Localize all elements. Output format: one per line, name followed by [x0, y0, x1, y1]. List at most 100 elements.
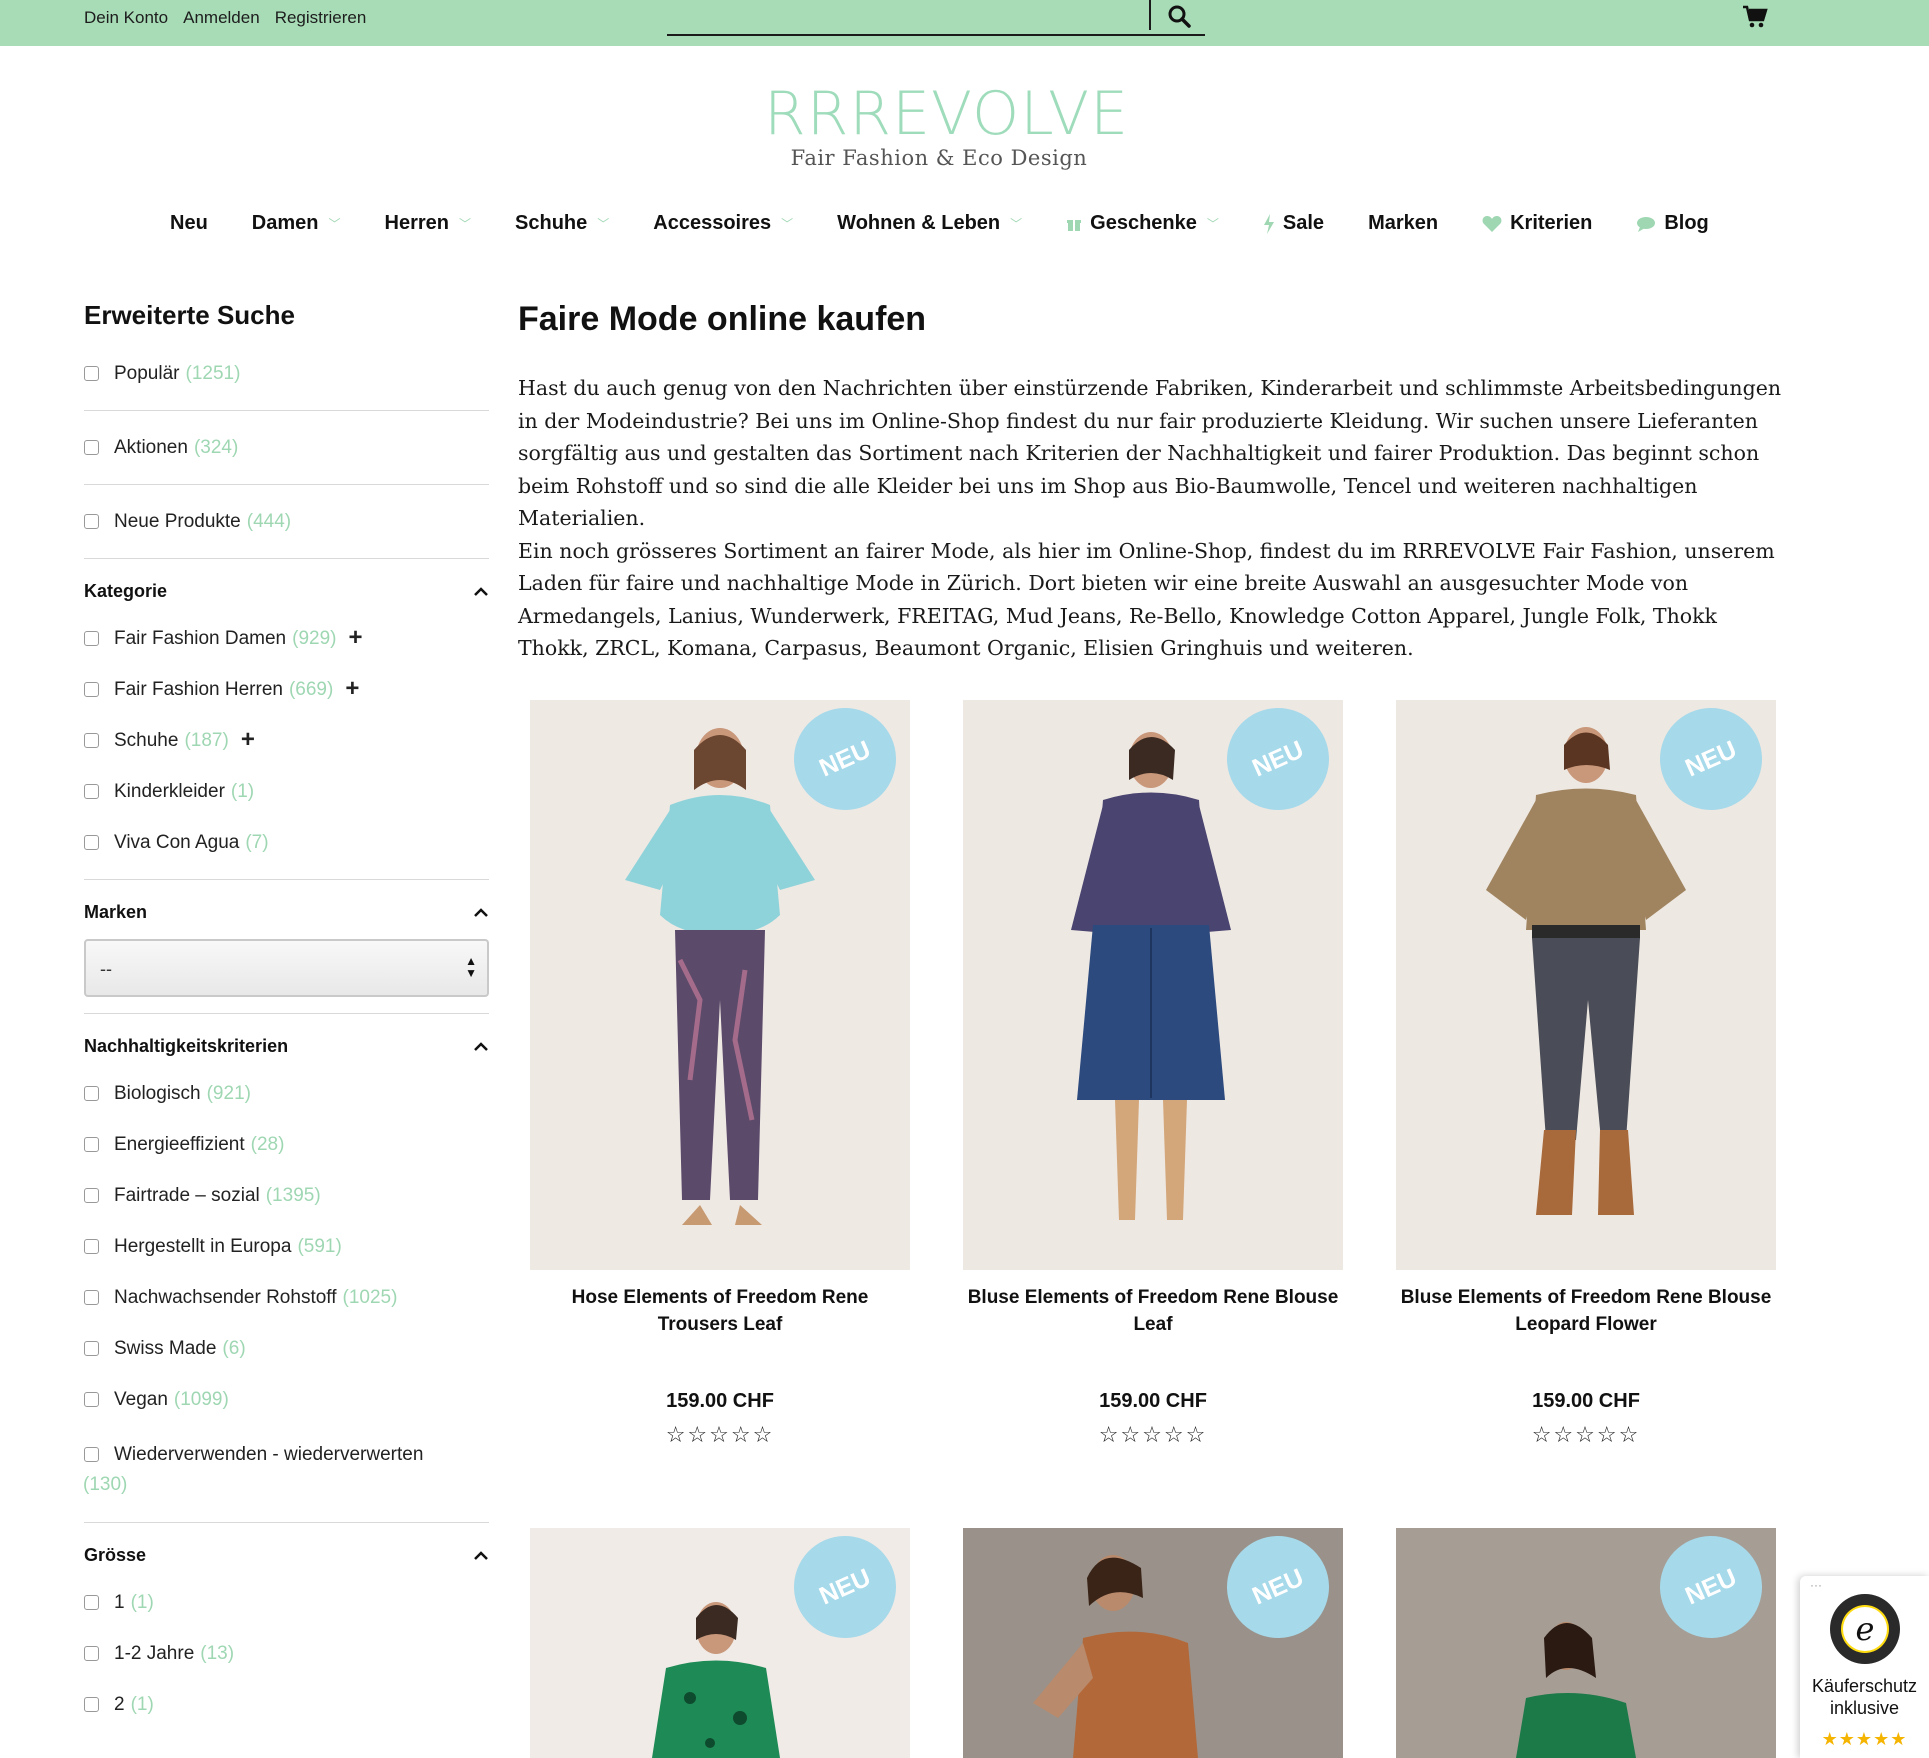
checkbox[interactable]	[84, 733, 99, 748]
section-groesse[interactable]: Grösse	[84, 1545, 489, 1566]
product-image[interactable]: NEU	[530, 700, 910, 1270]
nav-item-sale[interactable]: Sale	[1263, 212, 1324, 235]
filter-count: (13)	[200, 1643, 235, 1664]
nav-item-geschenke[interactable]: Geschenke ﹀	[1066, 212, 1219, 235]
checkbox[interactable]	[84, 1595, 99, 1610]
product-image[interactable]: NEU	[963, 700, 1343, 1270]
filter-energieeffizient[interactable]: Energieeffizient (28)	[84, 1134, 489, 1156]
chevron-up-icon[interactable]	[473, 902, 489, 923]
chevron-down-icon: ﹀	[328, 217, 341, 231]
filter-popular[interactable]: Populär (1251)	[84, 363, 489, 385]
section-kategorie[interactable]: Kategorie	[84, 581, 489, 602]
site-logo[interactable]: RRREVOLVE Fair Fashion & Eco Design	[764, 84, 1128, 170]
checkbox[interactable]	[84, 440, 99, 455]
checkbox[interactable]	[84, 1137, 99, 1152]
checkbox[interactable]	[84, 784, 99, 799]
filter-swiss-made[interactable]: Swiss Made (6)	[84, 1338, 489, 1360]
expand-plus-icon[interactable]: +	[241, 728, 255, 752]
checkbox[interactable]	[84, 1646, 99, 1661]
search-icon[interactable]	[1167, 4, 1193, 30]
filter-size-1[interactable]: 1 (1)	[84, 1592, 489, 1614]
nav-item-blog[interactable]: Blog	[1636, 212, 1709, 235]
checkbox[interactable]	[84, 514, 99, 529]
filter-vegan[interactable]: Vegan (1099)	[84, 1389, 489, 1411]
checkbox[interactable]	[84, 1447, 99, 1462]
account-link[interactable]: Dein Konto	[84, 8, 168, 28]
nav-item-wohnen[interactable]: Wohnen & Leben ﹀	[837, 212, 1022, 235]
filter-nachwachsender-rohstoff[interactable]: Nachwachsender Rohstoff (1025)	[84, 1287, 489, 1309]
product-name[interactable]: Bluse Elements of Freedom Rene Blouse Le…	[1396, 1284, 1776, 1338]
divider	[84, 1522, 489, 1523]
brand-select[interactable]: -- ▲ ▼	[84, 939, 489, 997]
filter-label: Fair Fashion Damen	[114, 628, 287, 649]
checkbox[interactable]	[84, 1341, 99, 1356]
svg-text:e: e	[1855, 1610, 1874, 1648]
checkbox[interactable]	[84, 1290, 99, 1305]
expand-plus-icon[interactable]: +	[345, 677, 359, 701]
product-card[interactable]: NEU Bluse Elements of Freedom Rene Blous…	[963, 700, 1343, 1447]
expand-plus-icon[interactable]: +	[348, 626, 362, 650]
checkbox[interactable]	[84, 631, 99, 646]
chevron-up-icon[interactable]	[473, 1545, 489, 1566]
intro-paragraph: Ein noch grösseres Sortiment an fairer M…	[518, 538, 1775, 661]
filter-hergestellt-in-europa[interactable]: Hergestellt in Europa (591)	[84, 1236, 489, 1258]
product-image[interactable]: NEU	[530, 1528, 910, 1758]
filter-size-1-2-jahre[interactable]: 1-2 Jahre (13)	[84, 1643, 489, 1665]
checkbox[interactable]	[84, 1392, 99, 1407]
product-card[interactable]: NEU	[1396, 1528, 1776, 1758]
chevron-up-icon[interactable]	[473, 581, 489, 602]
filter-wiederverwenden[interactable]: Wiederverwenden - wiederverwerten (130)	[83, 1440, 489, 1500]
filter-sidebar: Erweiterte Suche Populär (1251) Aktionen(…	[83, 300, 489, 1716]
trusted-shops-widget[interactable]: ··· e Käuferschutz inklusive ★★★★★	[1800, 1576, 1929, 1758]
main-nav: Neu Damen ﹀ Herren ﹀ Schuhe ﹀ Accessoires ﹀ …	[170, 212, 1709, 235]
product-image[interactable]: NEU	[963, 1528, 1343, 1758]
product-card[interactable]: NEU Bluse Elements of Freedom Rene Blous…	[1396, 700, 1776, 1447]
checkbox[interactable]	[84, 835, 99, 850]
register-link[interactable]: Registrieren	[275, 8, 367, 28]
filter-fairtrade[interactable]: Fairtrade – sozial (1395)	[84, 1185, 489, 1207]
more-dots-icon[interactable]: ···	[1810, 1578, 1822, 1592]
product-price: 159.00 CHF	[1532, 1390, 1640, 1412]
filter-label: Energieeffizient	[114, 1134, 245, 1155]
filter-label: 1	[114, 1592, 125, 1613]
product-image[interactable]: NEU	[1396, 700, 1776, 1270]
checkbox[interactable]	[84, 1697, 99, 1712]
section-nachhaltigkeit[interactable]: Nachhaltigkeitskriterien	[84, 1036, 489, 1057]
filter-neue-produkte[interactable]: Neue Produkte (444)	[84, 511, 489, 533]
product-name[interactable]: Bluse Elements of Freedom Rene Blouse Le…	[963, 1284, 1343, 1338]
filter-biologisch[interactable]: Biologisch (921)	[84, 1083, 489, 1105]
chevron-down-icon: ﹀	[781, 217, 794, 231]
nav-label: Wohnen & Leben	[837, 212, 1001, 234]
checkbox[interactable]	[84, 1086, 99, 1101]
nav-item-marken[interactable]: Marken	[1368, 212, 1438, 235]
section-marken[interactable]: Marken	[84, 902, 489, 923]
filter-count: (7)	[245, 832, 269, 853]
product-card[interactable]: NEU Hose Elements of Freedom Rene Trouse…	[530, 700, 910, 1447]
login-link[interactable]: Anmelden	[183, 8, 260, 28]
nav-item-damen[interactable]: Damen ﹀	[252, 212, 341, 235]
search-input[interactable]	[667, 0, 1205, 36]
nav-item-kriterien[interactable]: Kriterien	[1482, 212, 1592, 235]
filter-aktionen[interactable]: Aktionen (324)	[84, 437, 489, 459]
nav-item-neu[interactable]: Neu	[170, 212, 208, 235]
filter-kinderkleider[interactable]: Kinderkleider (1)	[84, 781, 489, 803]
filter-text: Wiederverwenden - wiederverwerten (130)	[83, 1440, 423, 1500]
product-image[interactable]: NEU	[1396, 1528, 1776, 1758]
checkbox[interactable]	[84, 366, 99, 381]
checkbox[interactable]	[84, 1188, 99, 1203]
product-card[interactable]: NEU	[963, 1528, 1343, 1758]
filter-fair-fashion-herren[interactable]: Fair Fashion Herren (669) +	[84, 677, 489, 701]
product-card[interactable]: NEU	[530, 1528, 910, 1758]
chevron-up-icon[interactable]	[473, 1036, 489, 1057]
cart-icon[interactable]	[1742, 5, 1768, 29]
filter-schuhe[interactable]: Schuhe (187) +	[84, 728, 489, 752]
nav-item-herren[interactable]: Herren ﹀	[385, 212, 472, 235]
filter-size-2[interactable]: 2 (1)	[84, 1694, 489, 1716]
filter-fair-fashion-damen[interactable]: Fair Fashion Damen (929) +	[84, 626, 489, 650]
product-name[interactable]: Hose Elements of Freedom Rene Trousers L…	[530, 1284, 910, 1338]
nav-item-accessoires[interactable]: Accessoires ﹀	[653, 212, 793, 235]
checkbox[interactable]	[84, 1239, 99, 1254]
nav-item-schuhe[interactable]: Schuhe ﹀	[515, 212, 609, 235]
checkbox[interactable]	[84, 682, 99, 697]
filter-viva-con-agua[interactable]: Viva Con Agua (7)	[84, 832, 489, 854]
